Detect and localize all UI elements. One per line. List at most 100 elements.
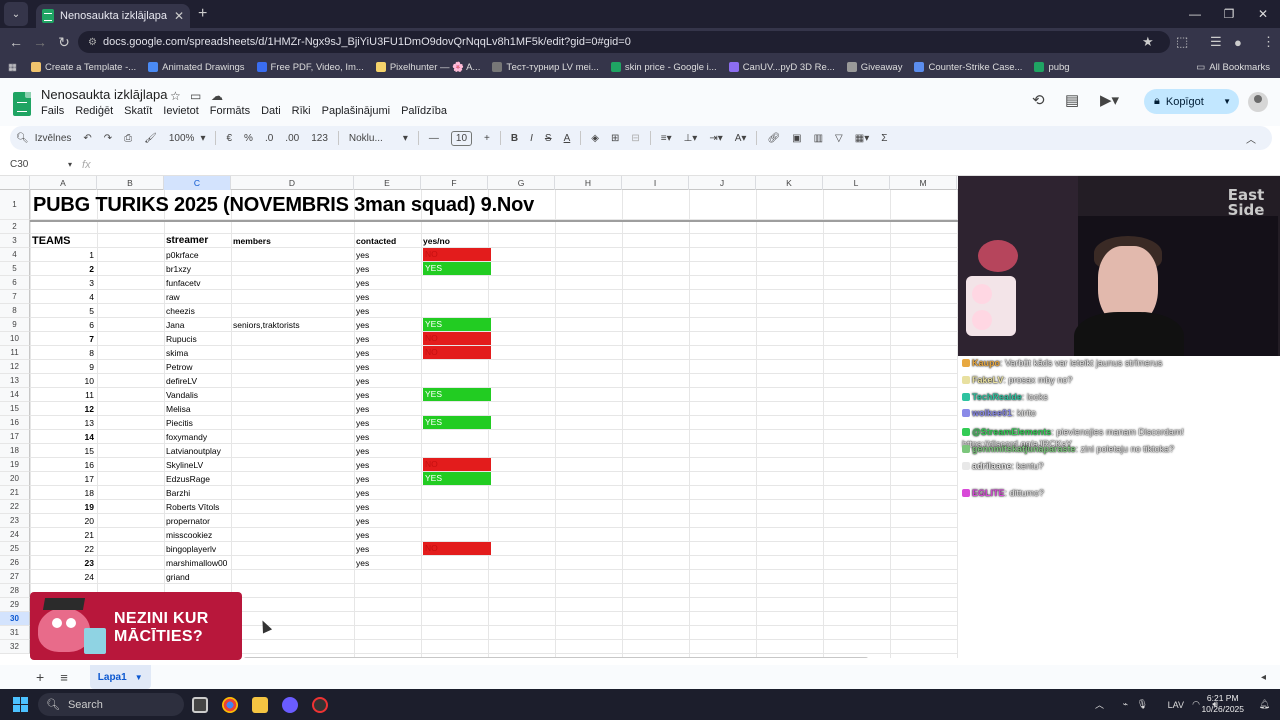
notifications-icon[interactable]: 🔔︎ — [1259, 699, 1270, 710]
spreadsheet-grid[interactable]: ABCDEFGHIJKLM 1 2 3 4 5 6 7 8 9 10 11 12 13 14 15 16 17 1… — [0, 176, 958, 658]
row-header-10[interactable]: 10 — [0, 332, 30, 346]
team-number-cell[interactable]: 3 — [30, 276, 97, 290]
taskbar-search[interactable]: 🔍︎ Search — [38, 693, 184, 716]
row-header-25[interactable]: 25 — [0, 542, 30, 556]
chevron-down-icon[interactable]: ▼ — [1223, 97, 1231, 106]
streamer-cell[interactable]: marshimallow00 — [164, 556, 231, 570]
row-header-7[interactable]: 7 — [0, 290, 30, 304]
contacted-cell[interactable]: yes — [354, 346, 421, 360]
team-number-cell[interactable]: 10 — [30, 374, 97, 388]
menu-item[interactable]: Skatīt — [124, 105, 152, 117]
bookmark-item[interactable]: pubg — [1034, 62, 1070, 73]
filter-icon[interactable]: ▽ — [835, 133, 843, 144]
discord-icon[interactable] — [282, 697, 298, 713]
search-menus-label[interactable]: Izvēlnes — [35, 133, 72, 144]
show-hidden-icons-icon[interactable]: ︿ — [1095, 698, 1104, 711]
text-rotation-icon[interactable]: A▾ — [735, 133, 747, 144]
contacted-cell[interactable]: yes — [354, 542, 421, 556]
contacted-cell[interactable]: yes — [354, 304, 421, 318]
team-number-cell[interactable]: 6 — [30, 318, 97, 332]
language-indicator[interactable]: LAV — [1168, 700, 1184, 710]
streamer-cell[interactable]: Jana — [164, 318, 231, 332]
insert-comment-icon[interactable]: ▣ — [792, 133, 801, 144]
team-number-cell[interactable]: 19 — [30, 500, 97, 514]
streamer-cell[interactable]: br1xzy — [164, 262, 231, 276]
contacted-cell[interactable]: yes — [354, 556, 421, 570]
contacted-cell[interactable]: yes — [354, 444, 421, 458]
streamer-cell[interactable]: raw — [164, 290, 231, 304]
fill-color-icon[interactable]: ◈ — [591, 133, 599, 144]
streamer-cell[interactable]: Piecitis — [164, 416, 231, 430]
bookmark-item[interactable]: Free PDF, Video, Im... — [256, 62, 364, 73]
menu-item[interactable]: Ievietot — [163, 105, 198, 117]
team-number-cell[interactable]: 13 — [30, 416, 97, 430]
sheet-tab[interactable]: Lapa1 ▼ — [89, 665, 151, 689]
apps-icon[interactable]: ▦ — [8, 62, 17, 73]
network-icon[interactable]: ⌁ — [1123, 699, 1128, 710]
paint-format-icon[interactable]: 🖌︎ — [144, 133, 157, 144]
contacted-cell[interactable]: yes — [354, 332, 421, 346]
team-number-cell[interactable]: 2 — [30, 262, 97, 276]
team-number-cell[interactable]: 16 — [30, 458, 97, 472]
row-header-4[interactable]: 4 — [0, 248, 30, 262]
site-info-icon[interactable]: ⚙ — [88, 37, 97, 48]
address-bar[interactable]: ⚙ docs.google.com/spreadsheets/d/1HMZr-N… — [78, 31, 1170, 53]
column-header-a[interactable]: A — [30, 176, 97, 190]
menu-item[interactable]: Dati — [261, 105, 281, 117]
team-number-cell[interactable]: 9 — [30, 360, 97, 374]
column-header-i[interactable]: I — [622, 176, 689, 190]
close-tab-icon[interactable]: ✕ — [174, 9, 184, 23]
team-number-cell[interactable]: 4 — [30, 290, 97, 304]
reading-list-icon[interactable]: ☰ — [1210, 28, 1222, 56]
streamer-cell[interactable]: Rupucis — [164, 332, 231, 346]
increase-font-size-icon[interactable]: + — [484, 133, 490, 144]
status-cell-no[interactable]: NO — [423, 248, 491, 261]
team-number-cell[interactable]: 12 — [30, 402, 97, 416]
close-window-icon[interactable]: ✕ — [1246, 0, 1280, 28]
row-header-2[interactable]: 2 — [0, 220, 30, 234]
extensions-icon[interactable]: ⬚ — [1176, 28, 1188, 56]
streamer-cell[interactable]: Barzhi — [164, 486, 231, 500]
row-header-5[interactable]: 5 — [0, 262, 30, 276]
name-box[interactable]: C30 — [0, 159, 68, 170]
row-header-9[interactable]: 9 — [0, 318, 30, 332]
bookmark-item[interactable]: Counter-Strike Case... — [914, 62, 1022, 73]
team-number-cell[interactable]: 8 — [30, 346, 97, 360]
status-cell-yes[interactable]: YES — [423, 318, 491, 331]
menu-item[interactable]: Formāts — [210, 105, 250, 117]
status-cell-no[interactable]: NO — [423, 346, 491, 359]
row-header-17[interactable]: 17 — [0, 430, 30, 444]
status-cell-yes[interactable]: YES — [423, 416, 491, 429]
streamer-cell[interactable]: Melisa — [164, 402, 231, 416]
sheets-logo-icon[interactable] — [13, 92, 31, 116]
horizontal-align-icon[interactable]: ≡▾ — [661, 133, 672, 144]
bookmark-item[interactable]: Animated Drawings — [148, 62, 245, 73]
team-number-cell[interactable]: 17 — [30, 472, 97, 486]
contacted-cell[interactable]: yes — [354, 402, 421, 416]
row-header-30[interactable]: 30 — [0, 612, 30, 626]
document-title[interactable]: Nenosaukta izklājlapa — [41, 87, 167, 102]
avatar[interactable] — [1248, 92, 1268, 112]
contacted-cell[interactable]: yes — [354, 360, 421, 374]
menu-item[interactable]: Palīdzība — [401, 105, 447, 117]
file-explorer-icon[interactable] — [252, 697, 268, 713]
streamer-cell[interactable]: funfacetv — [164, 276, 231, 290]
decrease-font-size-icon[interactable]: — — [429, 133, 439, 144]
status-cell-no[interactable]: NO — [423, 458, 491, 471]
bookmark-item[interactable]: CanUV...pyD 3D Re... — [728, 62, 835, 73]
currency-format-button[interactable]: € — [226, 133, 232, 144]
members-cell[interactable]: seniors,traktorists — [231, 318, 354, 332]
streamer-cell[interactable]: Latvianoutplay — [164, 444, 231, 458]
chevron-down-icon[interactable]: ▾ — [68, 160, 72, 169]
contacted-cell[interactable]: yes — [354, 472, 421, 486]
contacted-cell[interactable]: yes — [354, 388, 421, 402]
comments-icon[interactable]: ▤ — [1065, 91, 1079, 109]
task-view-icon[interactable] — [192, 697, 208, 713]
status-cell-yes[interactable]: YES — [423, 472, 491, 485]
star-icon[interactable]: ☆ — [170, 89, 181, 103]
browser-menu-icon[interactable]: ⋮ — [1262, 28, 1275, 56]
column-header-m[interactable]: M — [890, 176, 957, 190]
column-header-l[interactable]: L — [823, 176, 890, 190]
decrease-decimal-button[interactable]: .0 — [265, 133, 273, 144]
tab-search-button[interactable]: ⌄ — [4, 2, 28, 26]
